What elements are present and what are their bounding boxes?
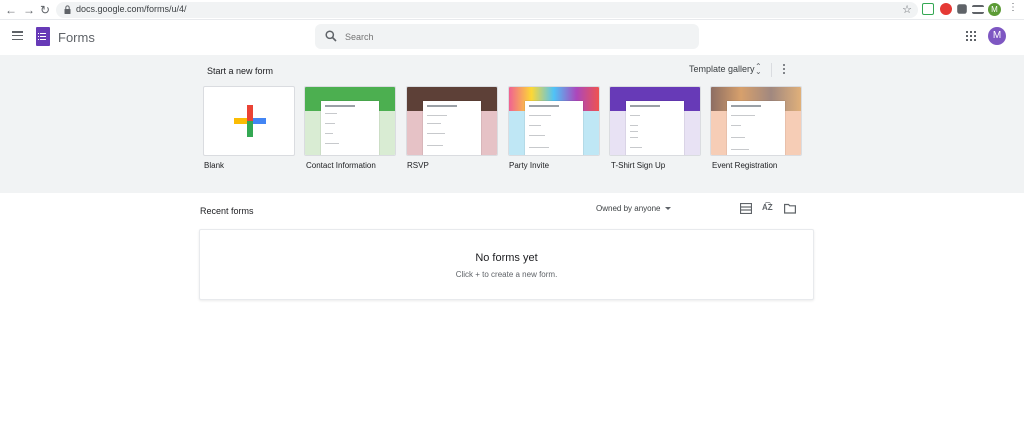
list-view-icon[interactable] bbox=[740, 203, 752, 214]
search-box[interactable] bbox=[315, 24, 699, 49]
plus-icon bbox=[234, 105, 266, 137]
google-apps-icon[interactable] bbox=[966, 31, 976, 41]
search-icon[interactable] bbox=[325, 30, 337, 42]
forms-logo-icon[interactable] bbox=[36, 27, 50, 46]
template-event-registration[interactable] bbox=[710, 86, 802, 156]
template-party-invite[interactable] bbox=[508, 86, 600, 156]
browser-profile-avatar[interactable]: M bbox=[988, 3, 1001, 16]
template-label-tshirt-sign-up[interactable]: T-Shirt Sign Up bbox=[611, 161, 665, 170]
owner-filter-dropdown[interactable]: Owned by anyone bbox=[596, 204, 671, 213]
app-header: Forms M bbox=[0, 20, 1024, 54]
extension-icon[interactable] bbox=[922, 3, 934, 15]
folder-icon[interactable] bbox=[784, 203, 796, 214]
template-gallery-button[interactable]: Template gallery bbox=[689, 64, 755, 74]
app-title[interactable]: Forms bbox=[58, 30, 95, 45]
bookmark-star-icon[interactable]: ☆ bbox=[902, 3, 912, 16]
template-section: Start a new form Template gallery ⌃ ⌄ Bla… bbox=[0, 55, 1024, 193]
owner-filter-label: Owned by anyone bbox=[596, 204, 661, 213]
divider bbox=[771, 63, 772, 77]
address-bar[interactable]: docs.google.com/forms/u/4/ ☆ bbox=[56, 2, 918, 18]
browser-toolbar: ← → ↻ docs.google.com/forms/u/4/ ☆ M ⋮ bbox=[0, 0, 1024, 20]
template-label-rsvp[interactable]: RSVP bbox=[407, 161, 429, 170]
section-title: Start a new form bbox=[207, 66, 274, 76]
expand-collapse-icon[interactable]: ⌃ ⌄ bbox=[755, 63, 762, 76]
back-arrow-icon[interactable]: ← bbox=[4, 3, 18, 17]
main-menu-icon[interactable] bbox=[12, 31, 23, 41]
more-options-icon[interactable] bbox=[783, 64, 787, 76]
lock-icon bbox=[64, 5, 71, 14]
empty-state-subtitle: Click + to create a new form. bbox=[455, 270, 558, 279]
template-blank[interactable] bbox=[203, 86, 295, 156]
adblock-extension-icon[interactable] bbox=[940, 3, 952, 15]
template-label-event-registration[interactable]: Event Registration bbox=[712, 161, 777, 170]
dropdown-caret-icon bbox=[664, 207, 671, 211]
url-text: docs.google.com/forms/u/4/ bbox=[76, 4, 187, 14]
recent-forms-title: Recent forms bbox=[200, 206, 254, 216]
empty-state-card: No forms yet Click + to create a new for… bbox=[199, 229, 814, 300]
empty-state-title: No forms yet bbox=[475, 252, 538, 264]
template-label-contact-information[interactable]: Contact Information bbox=[306, 161, 376, 170]
template-label-blank[interactable]: Blank bbox=[204, 161, 224, 170]
template-tshirt-sign-up[interactable] bbox=[609, 86, 701, 156]
browser-menu-icon[interactable]: ⋮ bbox=[1008, 2, 1018, 13]
template-contact-information[interactable] bbox=[304, 86, 396, 156]
reading-list-icon[interactable] bbox=[972, 5, 984, 14]
forward-arrow-icon[interactable]: → bbox=[22, 3, 36, 17]
template-label-party-invite[interactable]: Party Invite bbox=[509, 161, 549, 170]
account-avatar[interactable]: M bbox=[988, 27, 1006, 45]
search-input[interactable] bbox=[345, 28, 675, 45]
sort-az-icon[interactable]: A͡Z bbox=[762, 203, 773, 212]
template-rsvp[interactable] bbox=[406, 86, 498, 156]
puzzle-extensions-icon[interactable] bbox=[957, 4, 967, 14]
reload-icon[interactable]: ↻ bbox=[38, 3, 52, 17]
